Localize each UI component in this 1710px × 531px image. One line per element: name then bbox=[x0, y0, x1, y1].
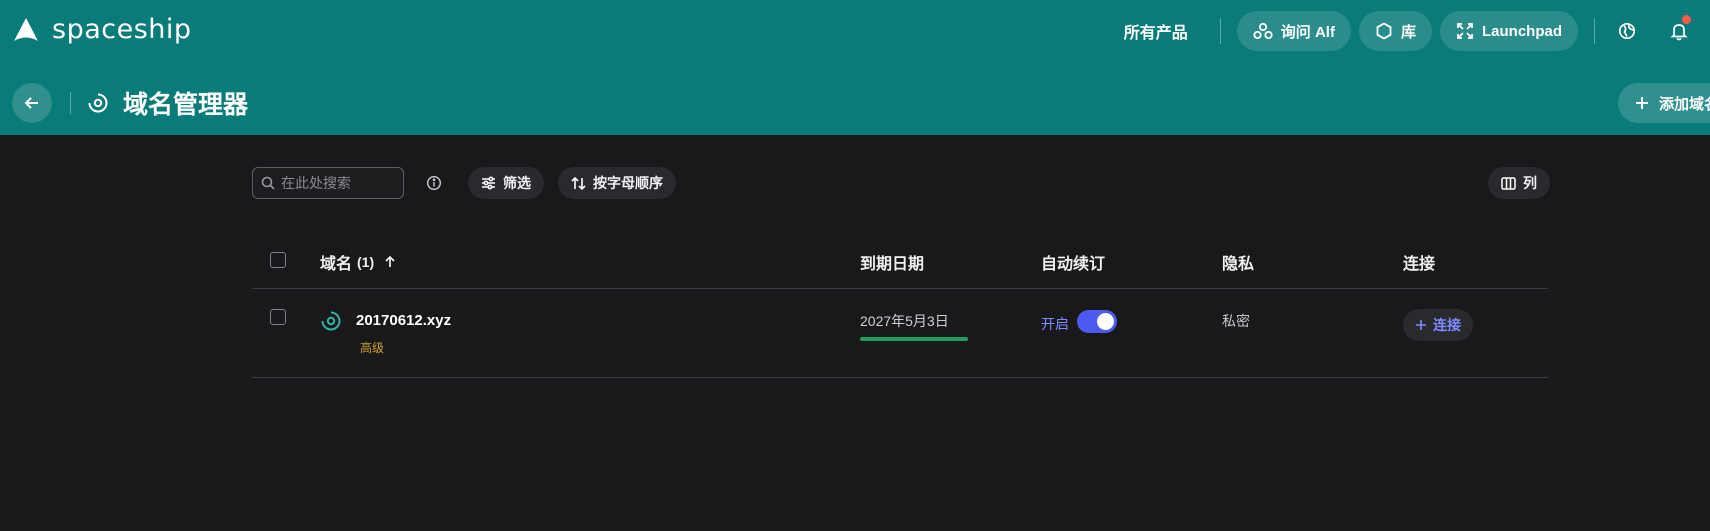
sort-arrows-icon bbox=[571, 176, 586, 190]
domain-table: 域名 (1) 到期日期 自动续订 隐私 连接 20170612.xyz 高级 2… bbox=[252, 232, 1548, 378]
auto-renew-status: 开启 bbox=[1041, 316, 1069, 332]
add-domain-button[interactable]: 添加域名 bbox=[1618, 83, 1710, 123]
plus-icon bbox=[1416, 320, 1426, 330]
launchpad-icon bbox=[1457, 23, 1473, 39]
top-header: spaceship 所有产品 询问 Alf 库 Launchpad 域名管理器 … bbox=[0, 0, 1710, 135]
ask-alf-label: 询问 Alf bbox=[1280, 23, 1335, 41]
sliders-icon bbox=[482, 176, 495, 190]
auto-renew-toggle[interactable] bbox=[1077, 310, 1117, 333]
bell-icon bbox=[1670, 23, 1688, 40]
page-header: 域名管理器 bbox=[12, 83, 248, 123]
domain-status-icon bbox=[321, 311, 341, 331]
library-label: 库 bbox=[1400, 23, 1416, 41]
nav-divider bbox=[1219, 18, 1221, 44]
top-nav: 所有产品 询问 Alf 库 Launchpad bbox=[1124, 11, 1710, 51]
expiry-progress-fill bbox=[860, 337, 968, 341]
premium-badge: 高级 bbox=[360, 341, 385, 355]
add-domain-label: 添加域名 bbox=[1659, 95, 1710, 113]
info-button[interactable] bbox=[424, 173, 444, 193]
notifications-button[interactable] bbox=[1662, 14, 1696, 48]
alf-icon bbox=[1253, 22, 1273, 40]
library-button[interactable]: 库 bbox=[1358, 11, 1432, 51]
globe-icon bbox=[1618, 22, 1636, 40]
plus-icon bbox=[1636, 97, 1648, 109]
table-row: 20170612.xyz 高级 2027年5月3日 开启 私密 连接 bbox=[252, 232, 1548, 378]
launchpad-button[interactable]: Launchpad bbox=[1439, 11, 1578, 51]
filter-label: 筛选 bbox=[503, 175, 531, 191]
all-products-link[interactable]: 所有产品 bbox=[1124, 19, 1188, 43]
connect-label: 连接 bbox=[1433, 317, 1461, 333]
header-divider bbox=[70, 92, 71, 114]
columns-label: 列 bbox=[1523, 175, 1537, 191]
hexagon-icon bbox=[1376, 22, 1392, 40]
spaceship-logo-icon bbox=[14, 17, 38, 41]
sort-button[interactable]: 按字母顺序 bbox=[558, 167, 676, 199]
expiry-date: 2027年5月3日 bbox=[860, 313, 949, 329]
toolbar: 筛选 按字母顺序 列 bbox=[252, 166, 1550, 200]
sort-label: 按字母顺序 bbox=[593, 175, 663, 191]
notification-dot bbox=[1682, 15, 1691, 24]
expiry-progress-bar bbox=[860, 337, 968, 341]
back-button[interactable] bbox=[12, 83, 52, 123]
brand-logo[interactable]: spaceship bbox=[12, 14, 192, 45]
page-title: 域名管理器 bbox=[123, 91, 249, 119]
domain-name-link[interactable]: 20170612.xyz bbox=[356, 312, 451, 329]
brand-name: spaceship bbox=[52, 14, 192, 45]
language-button[interactable] bbox=[1610, 14, 1644, 48]
columns-button[interactable]: 列 bbox=[1488, 167, 1550, 199]
ask-alf-button[interactable]: 询问 Alf bbox=[1236, 11, 1351, 51]
filter-button[interactable]: 筛选 bbox=[468, 167, 544, 199]
search-box[interactable] bbox=[252, 167, 404, 199]
privacy-status: 私密 bbox=[1222, 313, 1250, 329]
toggle-knob bbox=[1097, 313, 1114, 330]
columns-icon bbox=[1501, 176, 1516, 190]
info-icon bbox=[426, 175, 442, 191]
search-input[interactable] bbox=[281, 175, 391, 191]
domain-manager-icon bbox=[88, 93, 108, 113]
connect-button[interactable]: 连接 bbox=[1403, 309, 1473, 341]
arrow-left-icon bbox=[24, 97, 38, 109]
nav-divider-2 bbox=[1594, 18, 1595, 44]
launchpad-label: Launchpad bbox=[1481, 22, 1562, 40]
row-checkbox[interactable] bbox=[270, 309, 286, 325]
search-icon bbox=[261, 176, 275, 190]
